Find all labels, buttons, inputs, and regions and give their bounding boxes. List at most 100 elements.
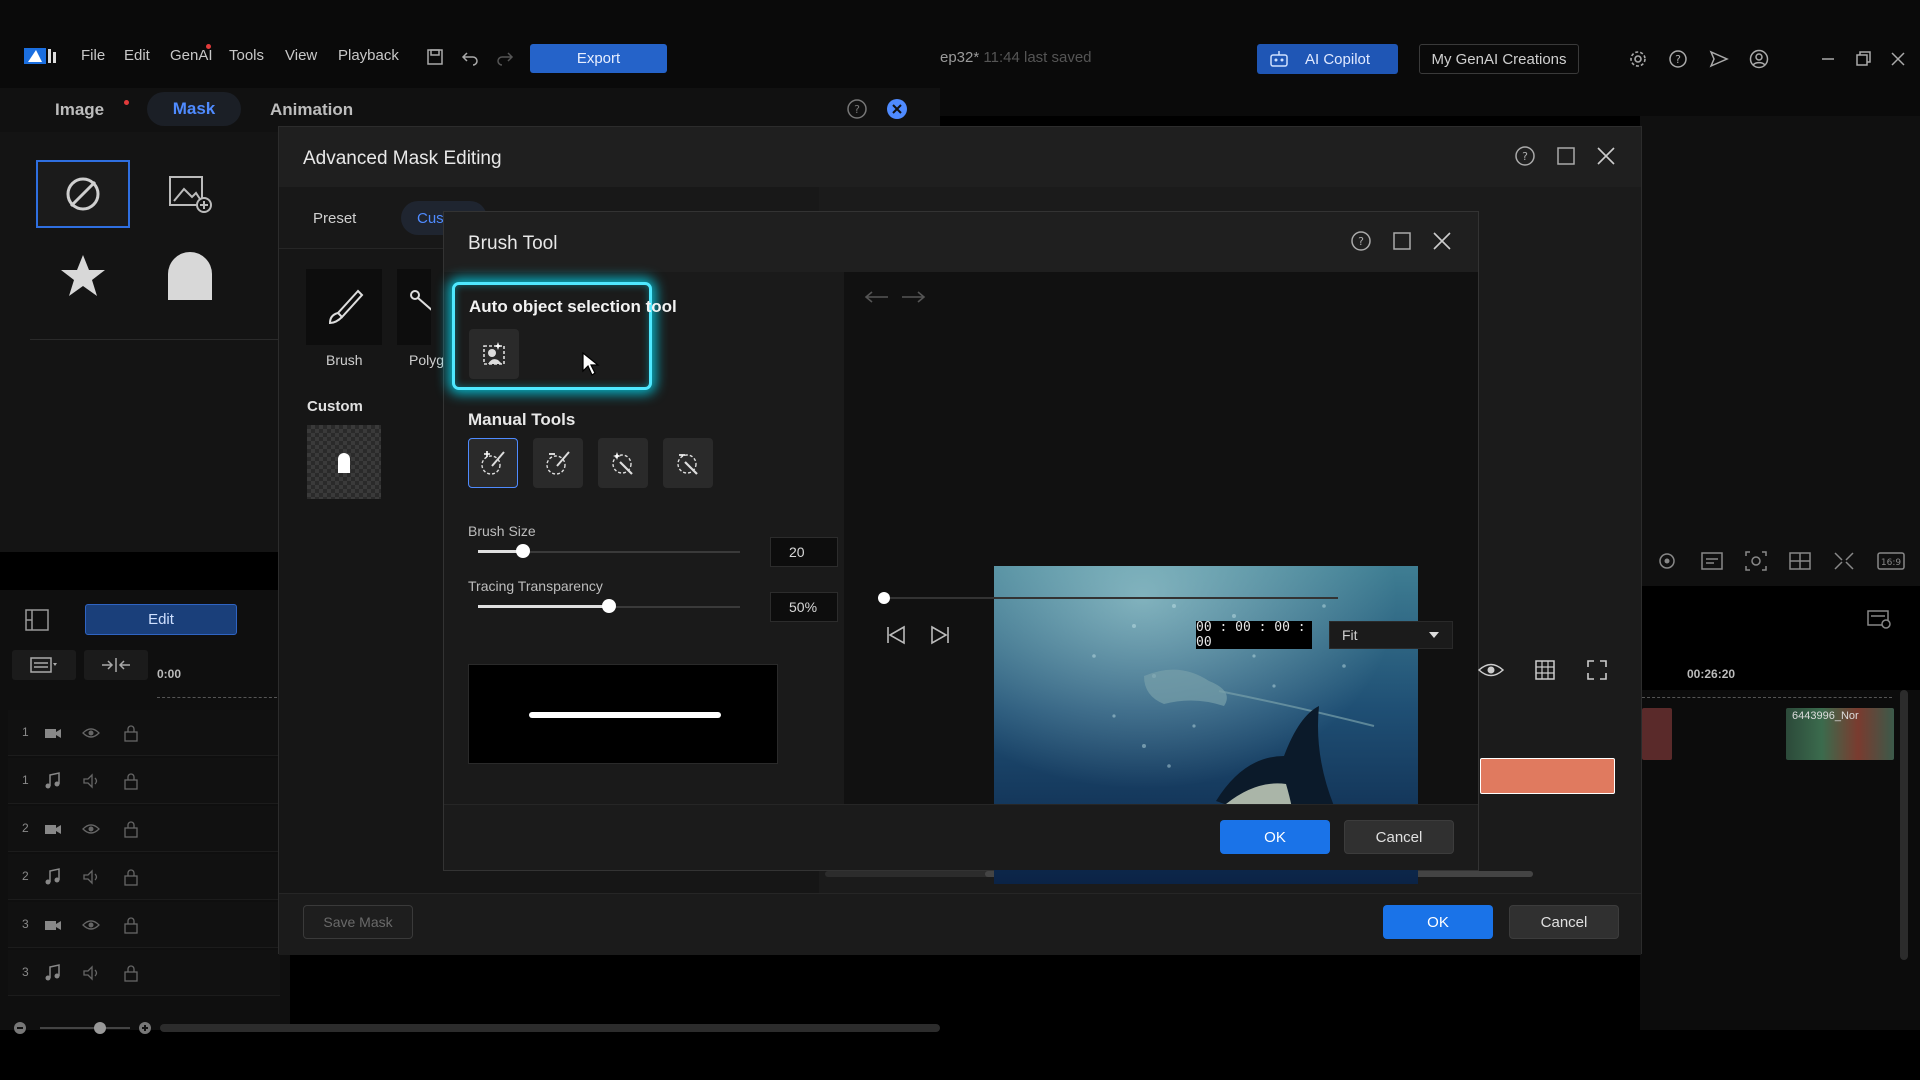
custom-mask-thumbnail[interactable] (307, 425, 381, 499)
next-frame-icon[interactable] (928, 624, 952, 646)
fit-timeline-button[interactable] (84, 650, 148, 680)
menu-genai[interactable]: GenAI (170, 47, 213, 64)
polygon-mask-button[interactable] (397, 269, 431, 345)
speaker-icon[interactable] (82, 868, 100, 886)
star-mask-button[interactable] (36, 242, 130, 310)
preview-undo-icon[interactable] (864, 290, 890, 304)
tracing-transparency-value[interactable]: 50% (770, 592, 838, 622)
adv-close-icon[interactable] (1595, 145, 1617, 167)
export-button[interactable]: Export (530, 44, 667, 73)
clip-end-segment[interactable] (1642, 708, 1672, 760)
snapshot-icon[interactable] (1656, 550, 1680, 572)
tracing-slider-knob[interactable] (602, 599, 616, 613)
speaker-icon[interactable] (82, 964, 100, 982)
zoom-preview-icon[interactable] (1744, 550, 1768, 572)
help-icon[interactable]: ? (1667, 48, 1689, 70)
adv-cancel-button[interactable]: Cancel (1509, 905, 1619, 939)
visibility-eye-icon[interactable] (82, 820, 100, 838)
lock-icon[interactable] (122, 724, 140, 742)
fullscreen-icon[interactable] (1586, 659, 1608, 681)
audio-clip-block[interactable] (1480, 758, 1615, 794)
tab-close-icon[interactable] (886, 98, 908, 120)
lock-icon[interactable] (122, 772, 140, 790)
auto-object-selection-button[interactable] (469, 329, 519, 379)
ai-copilot-button[interactable]: AI Copilot (1257, 44, 1398, 74)
preview-seek-track[interactable] (878, 597, 1338, 599)
close-app-icon[interactable] (1887, 48, 1909, 70)
brush-size-value[interactable]: 20 (770, 537, 838, 567)
view-eye-icon[interactable] (1478, 661, 1504, 679)
tab-help-icon[interactable]: ? (846, 98, 868, 120)
preview-redo-icon[interactable] (900, 290, 926, 304)
visibility-eye-icon[interactable] (82, 916, 100, 934)
menu-edit[interactable]: Edit (124, 47, 150, 64)
undo-icon[interactable] (461, 48, 479, 66)
image-mask-button[interactable] (143, 160, 237, 228)
share-icon[interactable] (1708, 48, 1730, 70)
menu-playback[interactable]: Playback (338, 47, 399, 64)
grid-icon[interactable] (1534, 659, 1556, 681)
arch-mask-button[interactable] (143, 242, 237, 310)
zoom-fit-dropdown[interactable]: Fit (1329, 621, 1453, 649)
edit-button[interactable]: Edit (85, 604, 237, 635)
lock-icon[interactable] (122, 868, 140, 886)
settings-gear-icon[interactable] (1627, 48, 1649, 70)
expand-icon[interactable] (1832, 550, 1856, 572)
visibility-eye-icon[interactable] (82, 724, 100, 742)
tab-animation[interactable]: Animation (270, 100, 353, 120)
brush-stroke-preview (468, 664, 778, 764)
speaker-icon[interactable] (82, 772, 100, 790)
restore-icon[interactable] (1852, 48, 1874, 70)
timeline-horizontal-scrollbar[interactable] (160, 1024, 940, 1032)
adv-help-icon[interactable]: ? (1514, 145, 1536, 167)
adv-maximize-icon[interactable] (1555, 145, 1577, 167)
manual-erase-brush-button[interactable] (533, 438, 583, 488)
aspect-ratio-icon[interactable]: 16:9 (1876, 550, 1906, 572)
auto-selection-label: Auto object selection tool (469, 297, 677, 316)
ai-copilot-label: AI Copilot (1305, 50, 1371, 68)
tab-image[interactable]: Image (55, 100, 104, 120)
lock-icon[interactable] (122, 916, 140, 934)
timeline-vertical-scrollbar[interactable] (1900, 690, 1908, 960)
zoom-slider-track[interactable] (40, 1027, 130, 1029)
brush-close-icon[interactable] (1431, 230, 1453, 252)
brush-size-slider-knob[interactable] (516, 544, 530, 558)
lock-icon[interactable] (122, 964, 140, 982)
zoom-slider-knob[interactable] (94, 1022, 106, 1034)
video-clip-thumbnail[interactable]: 6443996_Nor (1786, 708, 1894, 760)
zoom-in-icon[interactable] (137, 1020, 153, 1036)
brush-mask-button[interactable] (306, 269, 382, 345)
track-manager-button[interactable] (12, 650, 76, 680)
save-mask-button[interactable]: Save Mask (303, 905, 413, 939)
manual-add-brush-button[interactable] (468, 438, 518, 488)
manual-smart-erase-button[interactable] (663, 438, 713, 488)
no-mask-button[interactable] (36, 160, 130, 228)
brush-ok-button[interactable]: OK (1220, 820, 1330, 854)
brush-maximize-icon[interactable] (1391, 230, 1413, 252)
brush-cancel-button[interactable]: Cancel (1344, 820, 1454, 854)
save-icon[interactable] (426, 48, 444, 66)
subtitles-icon[interactable] (1700, 550, 1724, 572)
tab-preset[interactable]: Preset (313, 210, 356, 227)
my-genai-creations-button[interactable]: My GenAI Creations (1419, 44, 1579, 74)
minimize-icon[interactable] (1817, 48, 1839, 70)
brush-tool-dialog: Brush Tool ? Auto object selection tool … (443, 211, 1479, 884)
preview-settings-icon[interactable] (1866, 608, 1892, 630)
manual-smart-add-button[interactable] (598, 438, 648, 488)
tab-mask[interactable]: Mask (147, 92, 241, 126)
arch-icon (168, 252, 212, 300)
account-icon[interactable] (1748, 48, 1770, 70)
timecode-display[interactable]: 00 : 00 : 00 : 00 (1196, 620, 1312, 650)
redo-icon[interactable] (496, 48, 514, 66)
preview-seek-knob[interactable] (878, 592, 890, 604)
lock-icon[interactable] (122, 820, 140, 838)
brush-help-icon[interactable]: ? (1350, 230, 1372, 252)
adv-ok-button[interactable]: OK (1383, 905, 1493, 939)
zoom-out-icon[interactable] (12, 1020, 28, 1036)
layout-icon[interactable] (1788, 550, 1812, 572)
previous-frame-icon[interactable] (884, 624, 908, 646)
menu-file[interactable]: File (81, 47, 105, 64)
menu-tools[interactable]: Tools (229, 47, 264, 64)
menu-view[interactable]: View (285, 47, 317, 64)
timeline-settings-icon[interactable] (24, 608, 50, 632)
